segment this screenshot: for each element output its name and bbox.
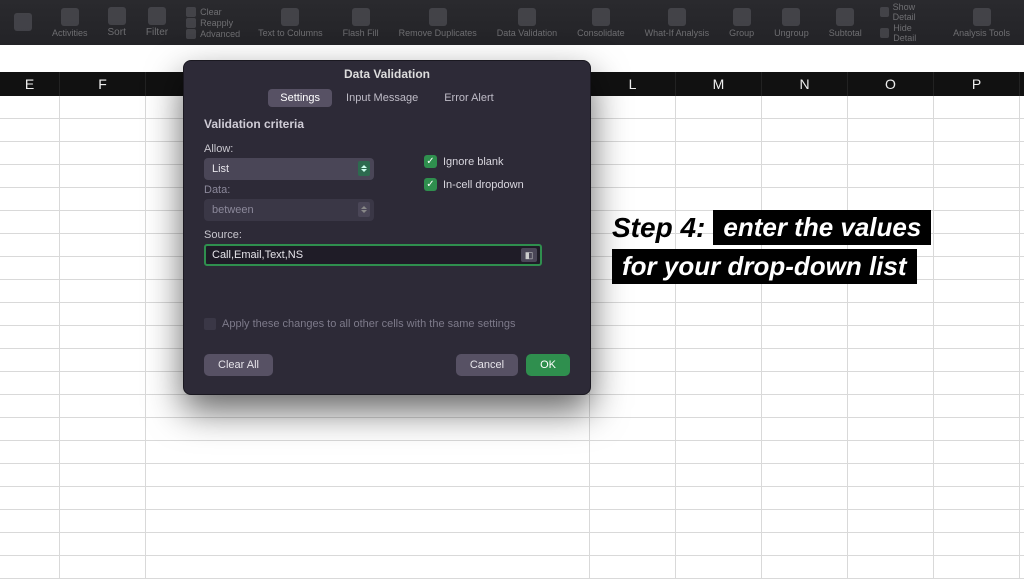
ignore-blank-checkbox[interactable]: ✓ Ignore blank [424, 155, 524, 168]
ribbon-group-text-to-columns[interactable]: Text to Columns [252, 6, 329, 40]
clear-all-button[interactable]: Clear All [204, 354, 273, 376]
ribbon-group-filter[interactable]: Filter [140, 5, 174, 40]
ribbon-group-activities[interactable]: Activities [46, 6, 94, 40]
incell-dropdown-label: In-cell dropdown [443, 179, 524, 191]
tutorial-callout: Step 4: enter the values for your drop-d… [612, 210, 931, 284]
apply-changes-label: Apply these changes to all other cells w… [222, 318, 516, 330]
tab-error-alert[interactable]: Error Alert [432, 89, 506, 107]
tab-settings[interactable]: Settings [268, 89, 332, 107]
checkbox-empty-icon [204, 318, 216, 330]
ribbon-group-sort[interactable]: Sort [102, 5, 132, 40]
ribbon-group-consolidate[interactable]: Consolidate [571, 6, 631, 40]
data-select: between [204, 199, 374, 221]
ribbon-group-analysis-tools[interactable]: Analysis Tools [947, 6, 1016, 40]
allow-label: Allow: [204, 143, 384, 155]
callout-step-label: Step 4: [612, 212, 705, 244]
ribbon-detail-stack[interactable]: Show Detail Hide Detail [876, 0, 939, 45]
allow-select-value: List [212, 163, 229, 175]
ribbon-group-data-validation[interactable]: Data Validation [491, 6, 563, 40]
chevron-updown-icon [358, 161, 370, 176]
tab-input-message[interactable]: Input Message [334, 89, 430, 107]
data-validation-dialog: Data Validation Settings Input Message E… [183, 60, 591, 395]
data-select-value: between [212, 204, 254, 216]
ribbon-filter-stack[interactable]: Clear Reapply Advanced [182, 5, 244, 41]
range-picker-icon[interactable]: ◧ [521, 248, 537, 262]
cancel-button[interactable]: Cancel [456, 354, 518, 376]
validation-criteria-heading: Validation criteria [204, 117, 570, 131]
column-header[interactable]: P [934, 72, 1020, 96]
column-header[interactable]: L [590, 72, 676, 96]
chevron-updown-icon [358, 202, 370, 217]
checkmark-icon: ✓ [424, 155, 437, 168]
ribbon-group-refresh[interactable] [8, 11, 38, 35]
ribbon-group-ungroup[interactable]: Ungroup [768, 6, 815, 40]
column-header[interactable]: F [60, 72, 146, 96]
incell-dropdown-checkbox[interactable]: ✓ In-cell dropdown [424, 178, 524, 191]
dialog-tabs: Settings Input Message Error Alert [184, 89, 590, 107]
ok-button[interactable]: OK [526, 354, 570, 376]
column-header[interactable]: M [676, 72, 762, 96]
data-label: Data: [204, 184, 384, 196]
checkmark-icon: ✓ [424, 178, 437, 191]
source-input-value: Call,Email,Text,NS [212, 249, 303, 261]
ignore-blank-label: Ignore blank [443, 156, 504, 168]
dialog-title: Data Validation [184, 61, 590, 89]
apply-changes-checkbox: Apply these changes to all other cells w… [204, 318, 570, 330]
source-input[interactable]: Call,Email,Text,NS ◧ [204, 244, 542, 266]
column-header[interactable]: E [0, 72, 60, 96]
ribbon-group-what-if[interactable]: What-If Analysis [639, 6, 716, 40]
ribbon-group-flash-fill[interactable]: Flash Fill [337, 6, 385, 40]
ribbon-group-remove-duplicates[interactable]: Remove Duplicates [393, 6, 483, 40]
ribbon-group-subtotal[interactable]: Subtotal [823, 6, 868, 40]
callout-line2: for your drop-down list [612, 249, 917, 284]
ribbon-group-group[interactable]: Group [723, 6, 760, 40]
column-header[interactable]: O [848, 72, 934, 96]
ribbon: Activities Sort Filter Clear Reapply Adv… [0, 0, 1024, 45]
callout-line1: enter the values [713, 210, 931, 245]
column-header[interactable]: N [762, 72, 848, 96]
source-label: Source: [204, 229, 570, 241]
allow-select[interactable]: List [204, 158, 374, 180]
